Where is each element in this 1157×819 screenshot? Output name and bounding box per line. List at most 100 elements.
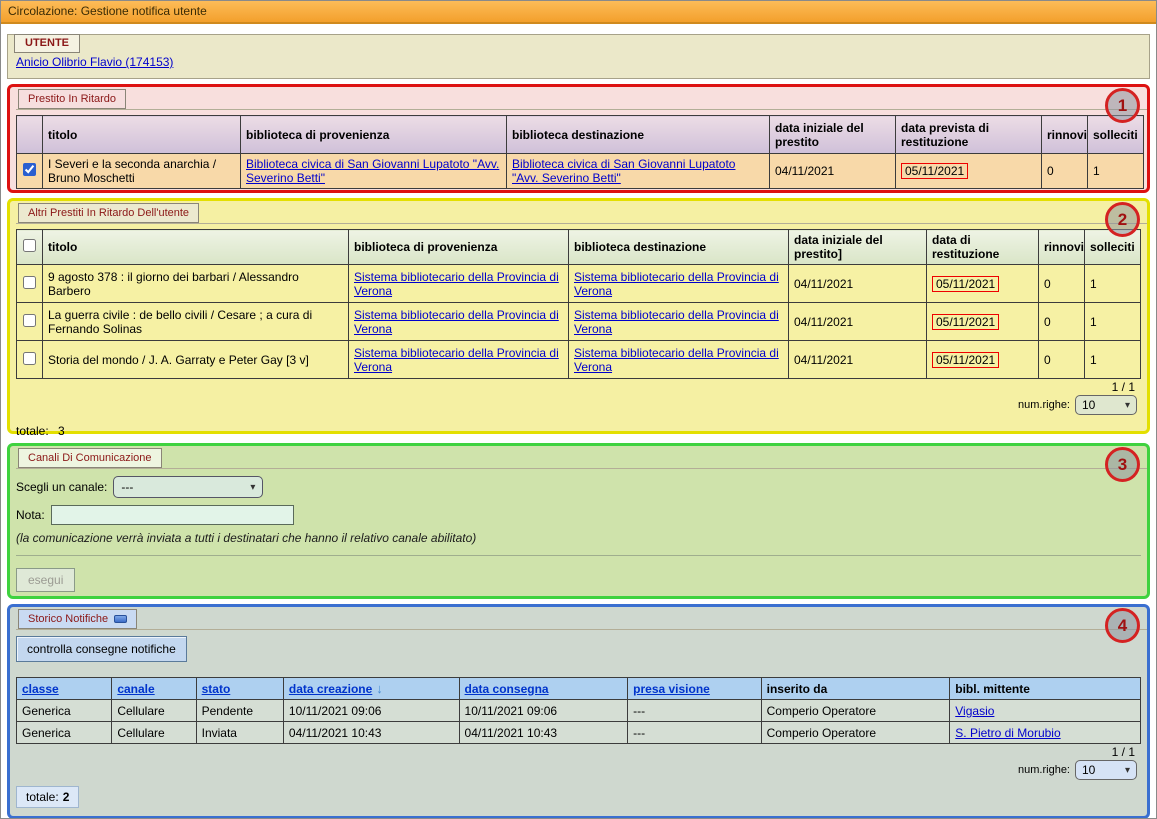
overdue-date: 05/11/2021 xyxy=(932,352,999,368)
row-select-checkbox[interactable] xyxy=(23,314,36,327)
cell-rinnovi: 0 xyxy=(1039,303,1085,341)
section-storico-notifiche: 4 Storico Notifiche controlla consegne n… xyxy=(7,604,1150,819)
sort-header-stato[interactable]: stato xyxy=(202,682,231,696)
som-badge-4: 4 xyxy=(1105,608,1140,643)
cell-stato: Inviata xyxy=(196,722,283,744)
sort-header-classe[interactable]: classe xyxy=(22,682,59,696)
num-righe-label: num.righe: xyxy=(1018,399,1070,411)
cell-data-iniziale: 04/11/2021 xyxy=(770,154,896,189)
sort-header-canale[interactable]: canale xyxy=(117,682,154,696)
col-header-data-iniziale: data iniziale del prestito] xyxy=(789,230,927,265)
cell-rinnovi: 0 xyxy=(1042,154,1088,189)
controlla-consegne-button[interactable]: controlla consegne notifiche xyxy=(16,636,187,662)
col-header-data-prevista: data prevista di restituzione xyxy=(896,116,1042,154)
prestito-header-row: titolo biblioteca di provenienza bibliot… xyxy=(17,116,1144,154)
biblioteca-provenienza-link[interactable]: Biblioteca civica di San Giovanni Lupato… xyxy=(246,157,499,185)
tab-altri-prestiti: Altri Prestiti In Ritardo Dell'utente xyxy=(18,203,199,223)
sort-header-data-consegna[interactable]: data consegna xyxy=(465,682,549,696)
sort-header-data-creazione[interactable]: data creazione xyxy=(289,682,372,696)
canale-select[interactable]: --- ▾ xyxy=(113,476,263,498)
col-header-provenienza: biblioteca di provenienza xyxy=(349,230,569,265)
table-row: 9 agosto 378 : il giorno dei barbari / A… xyxy=(17,265,1141,303)
col-header-solleciti: solleciti xyxy=(1085,230,1141,265)
biblioteca-provenienza-link[interactable]: Sistema bibliotecario della Provincia di… xyxy=(354,346,559,374)
num-righe-value: 10 xyxy=(1082,398,1095,412)
canale-label: Scegli un canale: xyxy=(16,480,107,494)
biblioteca-provenienza-link[interactable]: Sistema bibliotecario della Provincia di… xyxy=(354,270,559,298)
cell-data-iniziale: 04/11/2021 xyxy=(789,303,927,341)
row-select-checkbox[interactable] xyxy=(23,352,36,365)
col-header-rinnovi: rinnovi xyxy=(1042,116,1088,154)
nota-label: Nota: xyxy=(16,508,45,522)
cell-solleciti: 1 xyxy=(1085,303,1141,341)
table-row: Generica Cellulare Pendente 10/11/2021 0… xyxy=(17,700,1141,722)
section-canali-comunicazione: 3 Canali Di Comunicazione Scegli un cana… xyxy=(7,443,1150,599)
cell-solleciti: 1 xyxy=(1085,341,1141,379)
biblioteca-destinazione-link[interactable]: Sistema bibliotecario della Provincia di… xyxy=(574,308,779,336)
storico-tabrow: Storico Notifiche xyxy=(16,609,1141,630)
cell-titolo: Storia del mondo / J. A. Garraty e Peter… xyxy=(43,341,349,379)
bibl-mittente-link[interactable]: Vigasio xyxy=(955,704,994,718)
num-righe-select[interactable]: 10 ▾ xyxy=(1075,760,1137,780)
cell-titolo: 9 agosto 378 : il giorno dei barbari / A… xyxy=(43,265,349,303)
num-righe-select[interactable]: 10 ▾ xyxy=(1075,395,1137,415)
nota-row: Nota: xyxy=(16,505,1141,525)
biblioteca-destinazione-link[interactable]: Sistema bibliotecario della Provincia di… xyxy=(574,270,779,298)
canale-selected-value: --- xyxy=(121,480,133,494)
cell-data-consegna: 04/11/2021 10:43 xyxy=(459,722,628,744)
cell-classe: Generica xyxy=(17,722,112,744)
row-select-checkbox[interactable] xyxy=(23,276,36,289)
user-link[interactable]: Anicio Olibrio Flavio (174153) xyxy=(16,55,173,69)
col-header-destinazione: biblioteca destinazione xyxy=(507,116,770,154)
canale-row: Scegli un canale: --- ▾ xyxy=(16,476,1141,498)
totale-value: 2 xyxy=(63,790,70,804)
page-title: Circolazione: Gestione notifica utente xyxy=(1,1,1156,24)
collapse-minus-icon[interactable] xyxy=(114,615,127,623)
chevron-down-icon: ▾ xyxy=(250,482,255,493)
bibl-mittente-link[interactable]: S. Pietro di Morubio xyxy=(955,726,1060,740)
select-all-checkbox[interactable] xyxy=(23,239,36,252)
utente-fieldset: UTENTE Anicio Olibrio Flavio (174153) xyxy=(7,34,1150,79)
biblioteca-provenienza-link[interactable]: Sistema bibliotecario della Provincia di… xyxy=(354,308,559,336)
col-header-destinazione: biblioteca destinazione xyxy=(569,230,789,265)
table-row: I Severi e la seconda anarchia / Bruno M… xyxy=(17,154,1144,189)
chevron-down-icon: ▾ xyxy=(1125,765,1130,776)
num-righe-value: 10 xyxy=(1082,763,1095,777)
row-select-checkbox[interactable] xyxy=(23,163,36,176)
cell-inserito-da: Comperio Operatore xyxy=(761,722,950,744)
som-badge-3: 3 xyxy=(1105,447,1140,482)
col-header-bibl-mittente: bibl. mittente xyxy=(950,678,1141,700)
cell-solleciti: 1 xyxy=(1085,265,1141,303)
cell-titolo: I Severi e la seconda anarchia / Bruno M… xyxy=(43,154,241,189)
storico-legend-text: Storico Notifiche xyxy=(28,613,108,625)
tab-canali-comunicazione: Canali Di Comunicazione xyxy=(18,448,162,468)
esegui-button[interactable]: esegui xyxy=(16,568,75,592)
totale-row: totale: 3 xyxy=(16,424,1141,438)
col-header-data-restituzione: data di restituzione xyxy=(927,230,1039,265)
storico-header-row: classe canale stato data creazione↓ data… xyxy=(17,678,1141,700)
cell-titolo: La guerra civile : de bello civili / Ces… xyxy=(43,303,349,341)
totale-value: 3 xyxy=(58,424,65,438)
col-header-data-iniziale: data iniziale del prestito xyxy=(770,116,896,154)
biblioteca-destinazione-link[interactable]: Sistema bibliotecario della Provincia di… xyxy=(574,346,779,374)
altri-prestiti-table: titolo biblioteca di provenienza bibliot… xyxy=(16,229,1141,379)
cell-presa-visione: --- xyxy=(628,722,761,744)
som-badge-1: 1 xyxy=(1105,88,1140,123)
page-content: UTENTE Anicio Olibrio Flavio (174153) 1 … xyxy=(1,24,1156,819)
biblioteca-destinazione-link[interactable]: Biblioteca civica di San Giovanni Lupato… xyxy=(512,157,735,185)
sort-header-presa-visione[interactable]: presa visione xyxy=(633,682,710,696)
overdue-date: 05/11/2021 xyxy=(932,314,999,330)
num-righe-label: num.righe: xyxy=(1018,764,1070,776)
altri-prestiti-tabrow: Altri Prestiti In Ritardo Dell'utente xyxy=(16,203,1141,224)
prestito-tabrow: Prestito In Ritardo xyxy=(16,89,1141,110)
som-badge-2: 2 xyxy=(1105,202,1140,237)
col-header-titolo: titolo xyxy=(43,116,241,154)
prestito-header-checkbox-cell xyxy=(17,116,43,154)
cell-data-iniziale: 04/11/2021 xyxy=(789,265,927,303)
nota-input[interactable] xyxy=(51,505,294,525)
totale-badge: totale:2 xyxy=(16,786,79,808)
col-header-provenienza: biblioteca di provenienza xyxy=(241,116,507,154)
prestito-table: titolo biblioteca di provenienza bibliot… xyxy=(16,115,1144,189)
section-altri-prestiti: 2 Altri Prestiti In Ritardo Dell'utente … xyxy=(7,198,1150,434)
overdue-date: 05/11/2021 xyxy=(932,276,999,292)
